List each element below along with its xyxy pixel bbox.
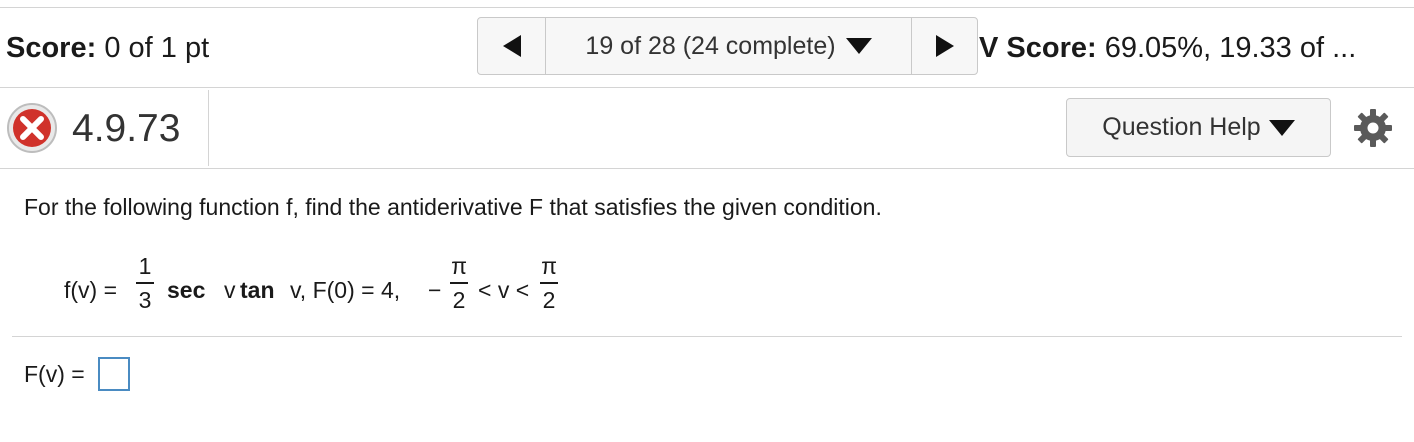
question-help-button[interactable]: Question Help	[1066, 98, 1331, 157]
fraction-numerator: 1	[138, 253, 152, 279]
score-label: Score:	[6, 32, 97, 64]
answer-label: F(v) =	[24, 361, 85, 387]
red-x-icon	[7, 103, 57, 153]
question-score: Score: 0 of 1 pt	[6, 30, 209, 66]
question-divider	[0, 168, 1414, 169]
answer-divider	[12, 336, 1402, 337]
tan-text: tan	[240, 277, 275, 303]
previous-question-button[interactable]	[478, 18, 546, 74]
hw-score-value: 69.05%, 19.33 of ...	[1104, 32, 1357, 64]
page: Score: 0 of 1 pt 19 of 28 (24 complete) …	[0, 0, 1414, 442]
score-value: 0 of 1 pt	[104, 32, 210, 64]
triangle-left-icon	[502, 35, 521, 57]
coefficient-fraction: 1 3	[136, 252, 154, 314]
condition-text: v, F(0) = 4,	[290, 277, 401, 303]
vertical-divider	[208, 90, 209, 166]
question-progress-dropdown[interactable]: 19 of 28 (24 complete)	[546, 18, 912, 74]
pi-over-two-upper: π 2	[540, 252, 558, 314]
inequality-text: < v <	[478, 277, 530, 303]
question-navigator: 19 of 28 (24 complete)	[477, 17, 978, 75]
gear-icon[interactable]	[1353, 108, 1393, 148]
sec-variable: v	[224, 277, 236, 303]
progress-text: 19 of 28 (24 complete)	[585, 31, 836, 60]
fraction-denominator: 3	[138, 287, 152, 313]
question-number: 4.9.73	[72, 107, 181, 150]
hw-score-label: V Score:	[979, 32, 1097, 64]
fraction-denominator: 2	[452, 287, 466, 313]
question-help-label: Question Help	[1102, 113, 1261, 141]
next-question-button[interactable]	[912, 18, 977, 74]
triangle-down-icon	[1268, 119, 1295, 136]
fraction-bar	[136, 282, 154, 284]
header-divider	[0, 87, 1414, 88]
fraction-denominator: 2	[542, 287, 556, 313]
question-prompt: For the following function f, find the a…	[24, 194, 882, 220]
minus-sign: −	[428, 277, 442, 303]
top-divider	[0, 7, 1414, 8]
sec-text: sec	[167, 277, 206, 303]
pi-symbol: π	[451, 253, 467, 279]
pi-over-two-lower: π 2	[450, 252, 468, 314]
fraction-bar	[540, 282, 558, 284]
triangle-down-icon	[845, 38, 872, 54]
pi-symbol: π	[541, 253, 557, 279]
function-lhs: f(v) =	[64, 277, 118, 303]
triangle-right-icon	[935, 35, 954, 57]
fraction-bar	[450, 282, 468, 284]
answer-input[interactable]	[98, 357, 130, 391]
homework-score: V Score: 69.05%, 19.33 of ...	[979, 30, 1410, 66]
